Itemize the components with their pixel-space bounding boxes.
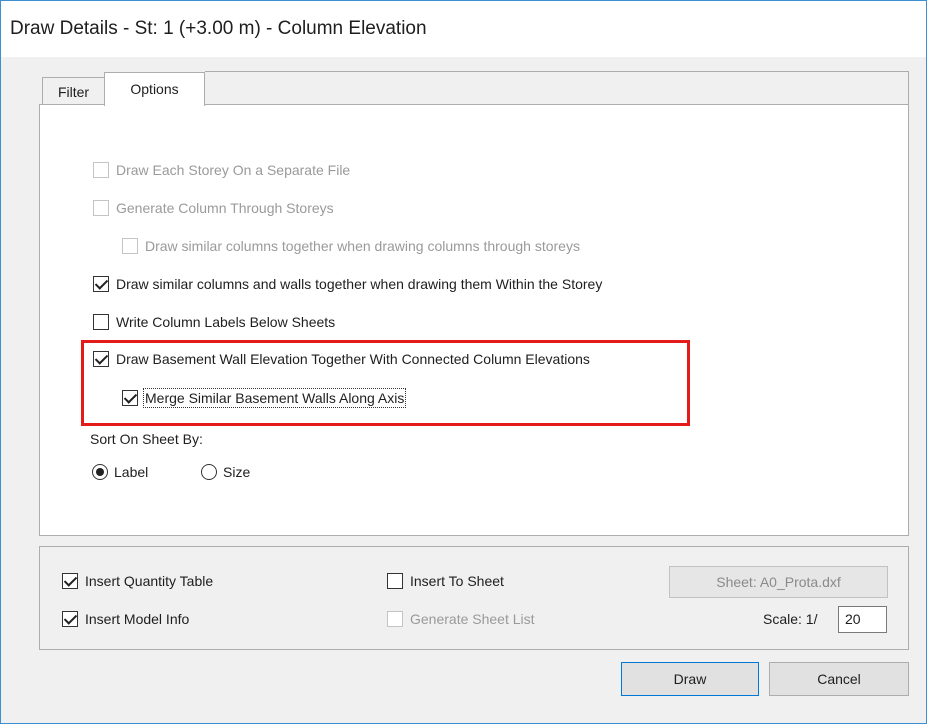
draw-details-dialog: Draw Details - St: 1 (+3.00 m) - Column … (0, 0, 927, 724)
sheet-list-label: Generate Sheet List (410, 611, 535, 627)
sort-size-radio-option: Size (201, 464, 250, 480)
insert-sheet-option: Insert To Sheet (387, 573, 504, 589)
tab-strip-edge (908, 71, 909, 105)
model-info-label: Insert Model Info (85, 611, 190, 627)
model-info-checkbox[interactable] (62, 611, 78, 627)
separate-file-checkbox[interactable] (93, 162, 109, 178)
sheet-list-option: Generate Sheet List (387, 611, 535, 627)
scale-label: Scale: 1/ (763, 611, 818, 627)
quantity-table-option: Insert Quantity Table (62, 573, 213, 589)
sort-size-radio[interactable] (201, 464, 217, 480)
quantity-table-label: Insert Quantity Table (85, 573, 214, 589)
insert-sheet-checkbox[interactable] (387, 573, 403, 589)
quantity-table-checkbox[interactable] (62, 573, 78, 589)
sheet-list-checkbox[interactable] (387, 611, 403, 627)
model-info-option: Insert Model Info (62, 611, 189, 627)
through-storeys-checkbox[interactable] (93, 200, 109, 216)
cancel-button[interactable]: Cancel (769, 662, 909, 696)
sort-label-radio-text: Label (114, 464, 149, 480)
insert-options-panel (39, 546, 909, 650)
similar-through-label: Draw similar columns together when drawi… (145, 238, 580, 254)
labels-below-label: Write Column Labels Below Sheets (116, 314, 336, 330)
scale-input[interactable]: 20 (838, 606, 887, 633)
highlight-box (81, 340, 690, 426)
window-title: Draw Details - St: 1 (+3.00 m) - Column … (10, 18, 427, 39)
sort-size-radio-text: Size (223, 464, 251, 480)
insert-sheet-label: Insert To Sheet (410, 573, 504, 589)
through-storeys-option: Generate Column Through Storeys (93, 200, 334, 216)
title-bar: Draw Details - St: 1 (+3.00 m) - Column … (1, 1, 926, 57)
draw-button[interactable]: Draw (621, 662, 759, 696)
labels-below-option: Write Column Labels Below Sheets (93, 314, 335, 330)
separate-file-label: Draw Each Storey On a Separate File (116, 162, 351, 178)
similar-within-option: Draw similar columns and walls together … (93, 276, 602, 292)
labels-below-checkbox[interactable] (93, 314, 109, 330)
separate-file-option: Draw Each Storey On a Separate File (93, 162, 350, 178)
sort-label-radio-option: Label (92, 464, 148, 480)
sheet-select-button[interactable]: Sheet: A0_Prota.dxf (669, 566, 888, 598)
similar-within-checkbox[interactable] (93, 276, 109, 292)
similar-through-option: Draw similar columns together when drawi… (122, 238, 580, 254)
through-storeys-label: Generate Column Through Storeys (116, 200, 334, 216)
tab-options[interactable]: Options (104, 72, 205, 106)
tab-filter[interactable]: Filter (42, 77, 105, 105)
sort-label-radio[interactable] (92, 464, 108, 480)
sort-label: Sort On Sheet By: (90, 431, 203, 447)
similar-through-checkbox[interactable] (122, 238, 138, 254)
tab-strip-line (205, 71, 909, 72)
similar-within-label: Draw similar columns and walls together … (116, 276, 603, 292)
